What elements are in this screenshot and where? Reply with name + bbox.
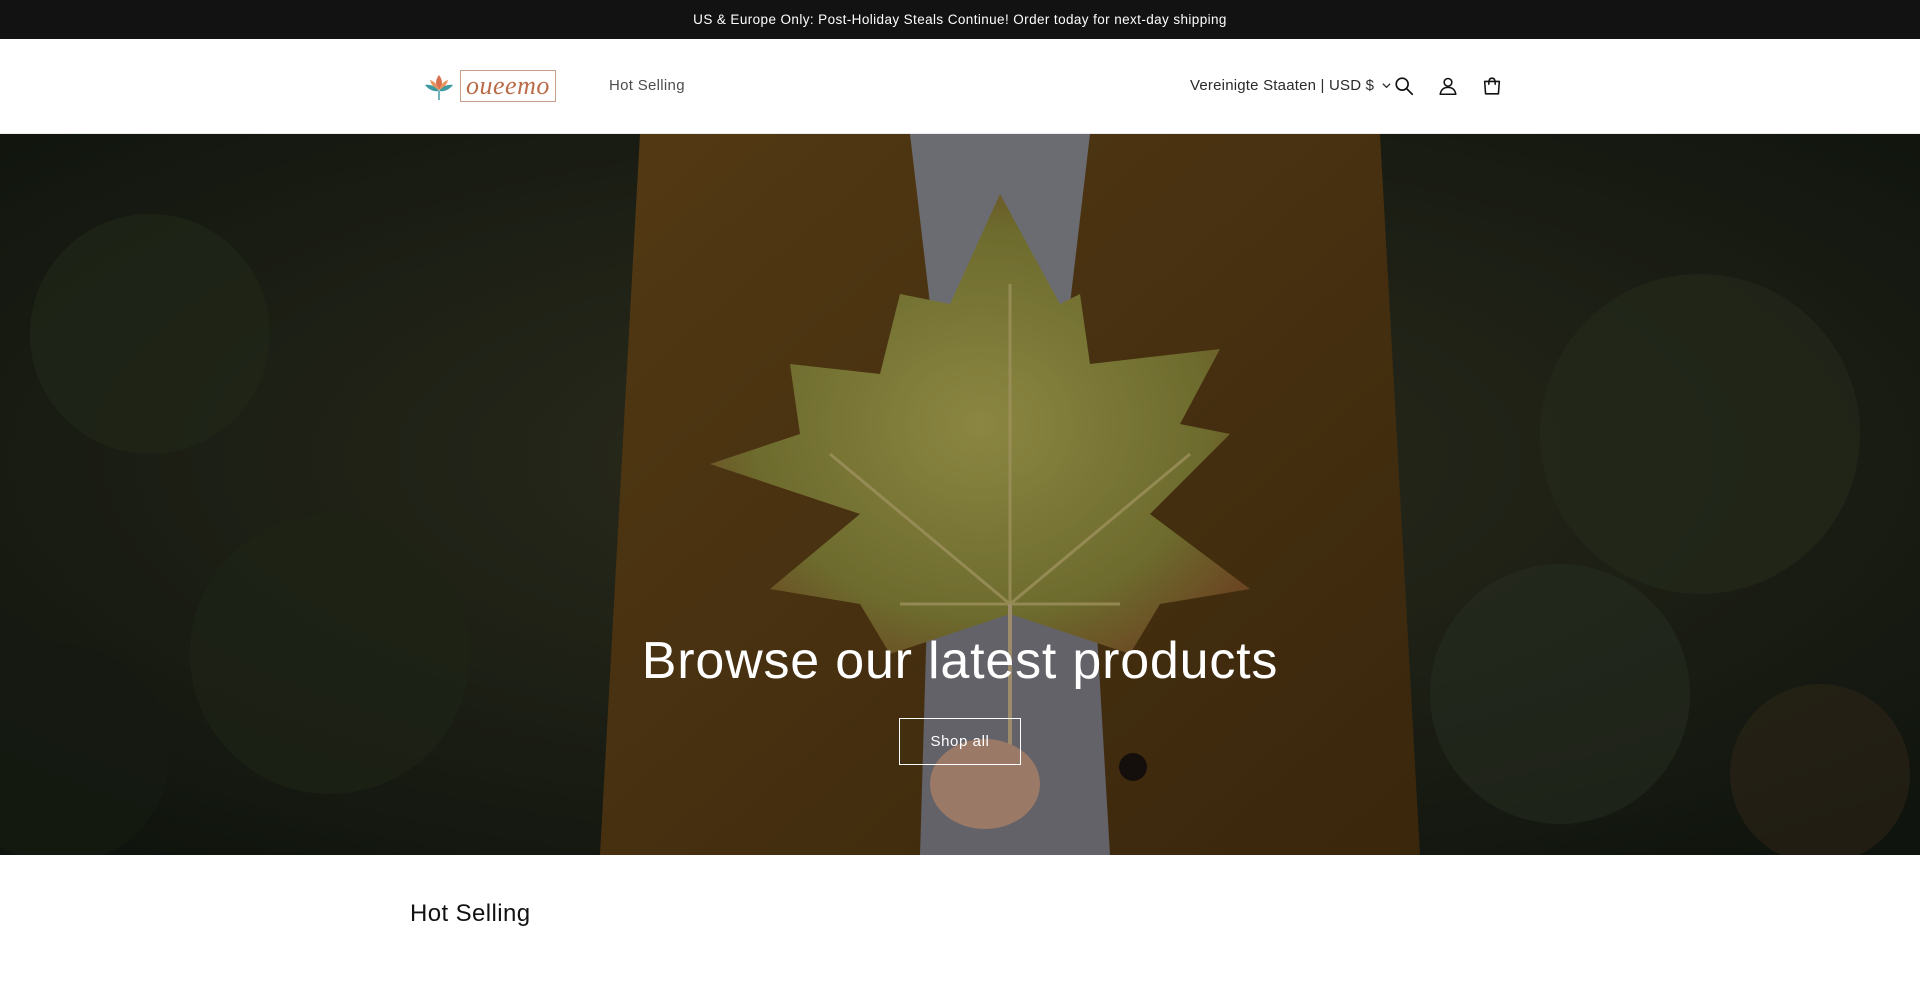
logo-wordmark: oueemo: [460, 70, 556, 102]
locale-label: Vereinigte Staaten | USD $: [1190, 77, 1375, 94]
site-header: oueemo Hot Selling Vereinigte Staaten | …: [0, 39, 1920, 134]
hero-title: Browse our latest products: [641, 632, 1279, 690]
search-button[interactable]: [1392, 74, 1416, 98]
country-currency-selector[interactable]: Vereinigte Staaten | USD $: [1190, 77, 1392, 94]
search-icon: [1395, 77, 1414, 96]
account-icon: [1439, 77, 1457, 96]
store-logo[interactable]: oueemo: [422, 69, 556, 103]
cart-button[interactable]: [1480, 74, 1504, 98]
account-button[interactable]: [1436, 74, 1460, 98]
hero-banner: Browse our latest products Shop all: [0, 134, 1920, 855]
announcement-text: US & Europe Only: Post-Holiday Steals Co…: [693, 12, 1227, 27]
chevron-down-icon: [1382, 83, 1391, 89]
shop-all-button[interactable]: Shop all: [899, 718, 1021, 765]
cart-icon: [1483, 77, 1501, 95]
lotus-logo-icon: [425, 75, 453, 100]
nav-link-hot-selling[interactable]: Hot Selling: [609, 77, 685, 94]
hot-selling-heading: Hot Selling: [410, 900, 531, 927]
announcement-bar: US & Europe Only: Post-Holiday Steals Co…: [0, 0, 1920, 39]
